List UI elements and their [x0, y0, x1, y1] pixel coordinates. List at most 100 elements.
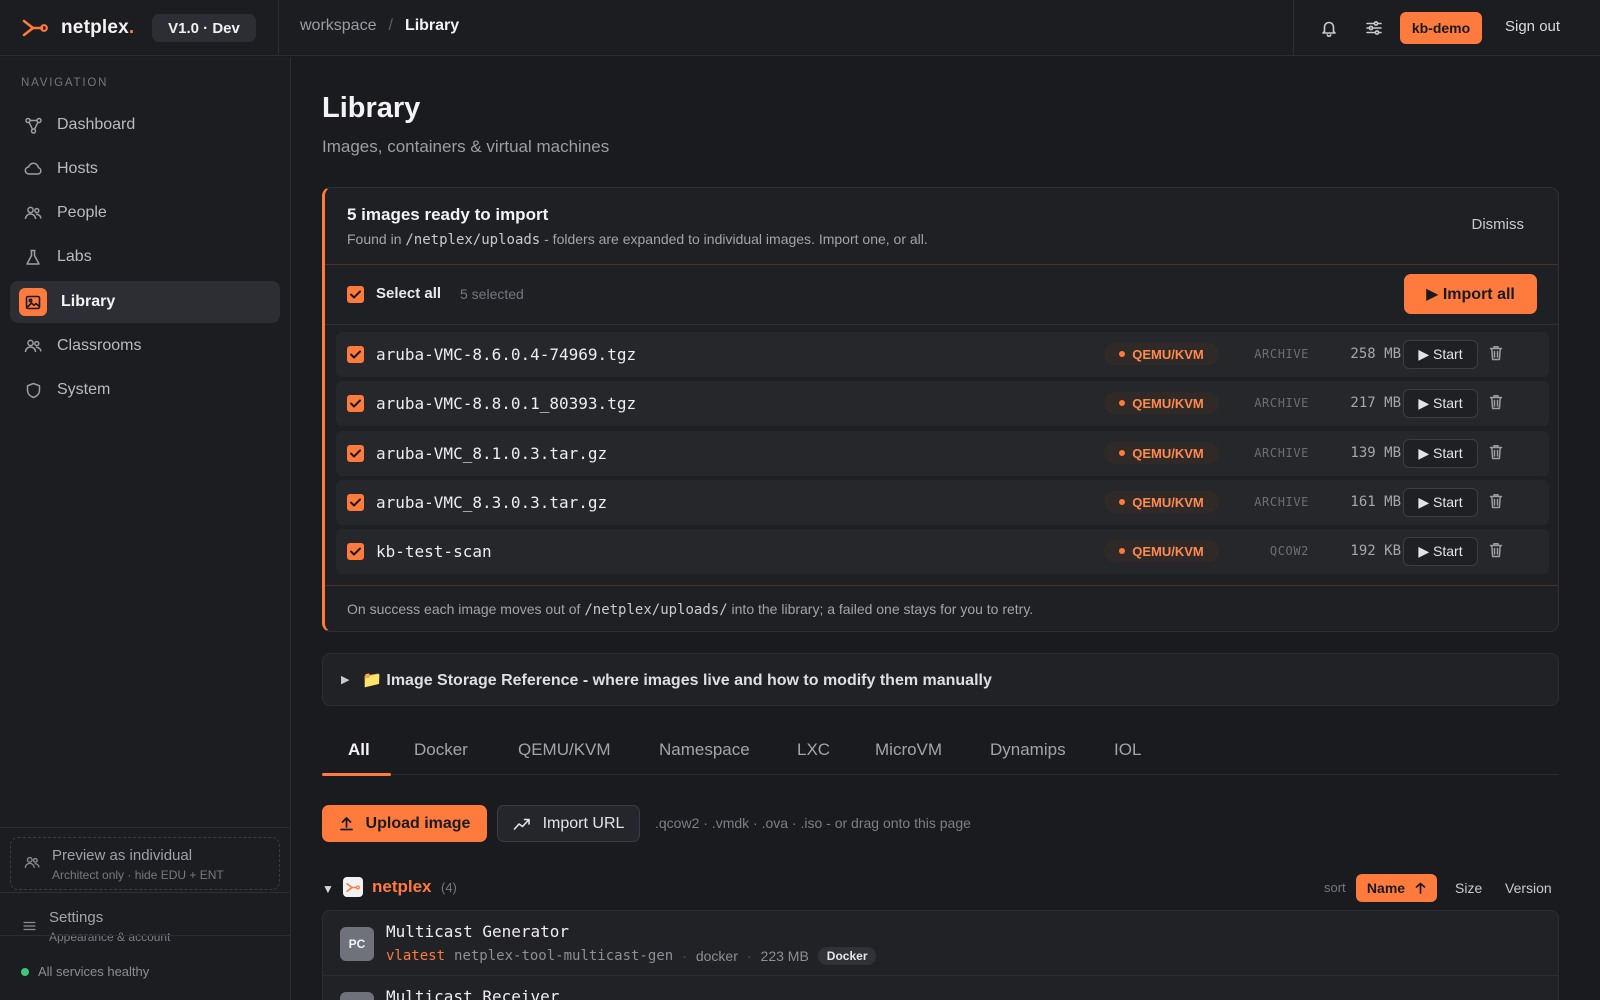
list-item[interactable]: Multicast Receiver [323, 976, 1558, 1000]
image-file-name: aruba-VMC-8.6.0.4-74969.tgz [376, 345, 637, 364]
start-import-button[interactable]: ▶ Start [1403, 439, 1478, 468]
storage-reference-label: 📁 Image Storage Reference - where images… [362, 672, 992, 689]
sort-name-label: Name [1366, 880, 1406, 896]
divider [0, 935, 291, 936]
tab-all[interactable]: All [346, 740, 372, 760]
people-icon [24, 855, 40, 873]
image-file-name: aruba-VMC-8.8.0.1_80393.tgz [376, 394, 637, 413]
service-health: All services healthy [21, 964, 149, 979]
import-row[interactable]: aruba-VMC-8.8.0.1_80393.tgz QEMU/KVM ARCHI… [336, 381, 1549, 426]
sidebar-item-library[interactable]: Library [10, 281, 280, 323]
import-row-checkbox[interactable] [347, 543, 364, 560]
sidebar-item-people[interactable]: People [10, 192, 280, 234]
import-row[interactable]: aruba-VMC_8.1.0.3.tar.gz QEMU/KVM ARCHIVE 1… [336, 431, 1549, 476]
import-panel-title: 5 images ready to import [347, 205, 549, 224]
group-count: (4) [441, 880, 457, 895]
trash-icon[interactable] [1489, 493, 1503, 512]
list-item[interactable]: PC Multicast Generator vlatest netplex-t… [323, 911, 1558, 976]
import-row[interactable]: aruba-VMC-8.6.0.4-74969.tgz QEMU/KVM ARCHI… [336, 332, 1549, 377]
sidebar-item-system[interactable]: System [10, 369, 280, 411]
select-all-label[interactable]: Select all [376, 285, 441, 302]
check-icon [350, 290, 361, 299]
import-all-button[interactable]: ▶ Import all [1404, 274, 1537, 314]
engine-tabs: All Docker QEMU/KVM Namespace LXC MicroV… [322, 738, 1559, 776]
netplex-logo-icon [343, 877, 363, 897]
image-size: 258 MB [1350, 346, 1401, 362]
bell-icon[interactable] [1318, 17, 1340, 39]
tab-microvm[interactable]: MicroVM [873, 740, 944, 760]
import-row-checkbox[interactable] [347, 346, 364, 363]
expand-caret-icon: ▶ [341, 674, 350, 686]
item-type-badge: Docker [817, 947, 877, 965]
sort-by-version-button[interactable]: Version [1505, 880, 1552, 896]
meta-separator: · [746, 948, 752, 964]
import-row-checkbox[interactable] [347, 395, 364, 412]
preview-subtitle: Architect only · hide EDU + ENT [52, 868, 224, 882]
trash-icon[interactable] [1489, 394, 1503, 413]
trash-icon[interactable] [1489, 345, 1503, 364]
engine-dot [1119, 450, 1126, 456]
tab-lxc[interactable]: LXC [795, 740, 832, 760]
check-icon [350, 547, 361, 556]
engine-label: QEMU/KVM [1132, 346, 1204, 362]
upload-icon [339, 817, 353, 831]
people-icon [24, 337, 42, 355]
start-import-button[interactable]: ▶ Start [1403, 340, 1478, 369]
sidebar-item-label: System [57, 381, 111, 398]
upload-hint: .qcow2 · .vmdk · .ova · .iso - or drag o… [655, 815, 971, 831]
group-name[interactable]: netplex [372, 877, 432, 897]
trash-icon[interactable] [1489, 542, 1503, 561]
check-icon [350, 498, 361, 507]
breadcrumb-workspace[interactable]: workspace [300, 17, 376, 35]
user-badge[interactable]: kb-demo [1400, 12, 1482, 44]
sidebar-item-labs[interactable]: Labs [10, 236, 280, 278]
tab-iol[interactable]: IOL [1112, 740, 1143, 760]
foot-text: On success each image moves out of [347, 601, 581, 617]
engine-label: QEMU/KVM [1132, 543, 1204, 559]
import-row-checkbox[interactable] [347, 494, 364, 511]
preview-as-individual[interactable]: Preview as individual Architect only · h… [10, 837, 280, 890]
trash-icon[interactable] [1489, 444, 1503, 463]
upload-path: /netplex/uploads/ [584, 602, 728, 618]
sidebar-item-label: Labs [57, 248, 92, 265]
dismiss-button[interactable]: Dismiss [1472, 216, 1525, 233]
tab-dynamips[interactable]: Dynamips [988, 740, 1068, 760]
start-import-button[interactable]: ▶ Start [1403, 488, 1478, 517]
sign-out-link[interactable]: Sign out [1505, 18, 1560, 35]
sort-by-name-button[interactable]: Name [1356, 874, 1437, 902]
start-import-button[interactable]: ▶ Start [1403, 389, 1478, 418]
library-list: PC Multicast Generator vlatest netplex-t… [322, 910, 1559, 1000]
tab-qemu-kvm[interactable]: QEMU/KVM [516, 740, 613, 760]
import-row[interactable]: aruba-VMC_8.3.0.3.tar.gz QEMU/KVM ARCHIVE 1… [336, 480, 1549, 525]
collapse-caret-icon[interactable]: ▼ [322, 882, 334, 896]
import-row-checkbox[interactable] [347, 445, 364, 462]
import-url-button[interactable]: Import URL [497, 805, 640, 842]
upload-image-button[interactable]: Upload image [322, 805, 487, 842]
image-kind: ARCHIVE [1254, 495, 1309, 509]
image-size: 192 KB [1350, 543, 1401, 559]
item-meta: vlatest netplex-tool-multicast-gen · doc… [386, 947, 877, 965]
tab-namespace[interactable]: Namespace [657, 740, 752, 760]
avatar: PC [340, 927, 374, 961]
import-row[interactable]: kb-test-scan QEMU/KVM QCOW2 192 KB ▶ Start [336, 529, 1549, 574]
settings-link[interactable]: Settings Appearance & account [22, 908, 282, 948]
sidebar-item-dashboard[interactable]: Dashboard [10, 104, 280, 146]
flask-icon [24, 248, 42, 266]
shield-icon [24, 381, 42, 399]
select-all-checkbox[interactable] [347, 286, 364, 303]
desc-text: - folders are expanded to individual ima… [544, 231, 928, 247]
sidebar-item-hosts[interactable]: Hosts [10, 148, 280, 190]
upload-path: /netplex/uploads [405, 232, 541, 248]
brand[interactable]: netplex. [22, 14, 134, 42]
sort-label: sort [1324, 880, 1346, 895]
start-import-button[interactable]: ▶ Start [1403, 537, 1478, 566]
sidebar-item-classrooms[interactable]: Classrooms [10, 325, 280, 367]
image-storage-reference[interactable]: ▶ 📁 Image Storage Reference - where imag… [322, 653, 1559, 706]
sliders-icon[interactable] [1363, 17, 1385, 39]
image-kind: QCOW2 [1269, 544, 1309, 558]
tab-docker[interactable]: Docker [412, 740, 470, 760]
desc-text: Found in [347, 231, 402, 247]
sort-by-size-button[interactable]: Size [1455, 880, 1482, 896]
engine-dot [1119, 499, 1126, 505]
image-size: 139 MB [1350, 445, 1401, 461]
